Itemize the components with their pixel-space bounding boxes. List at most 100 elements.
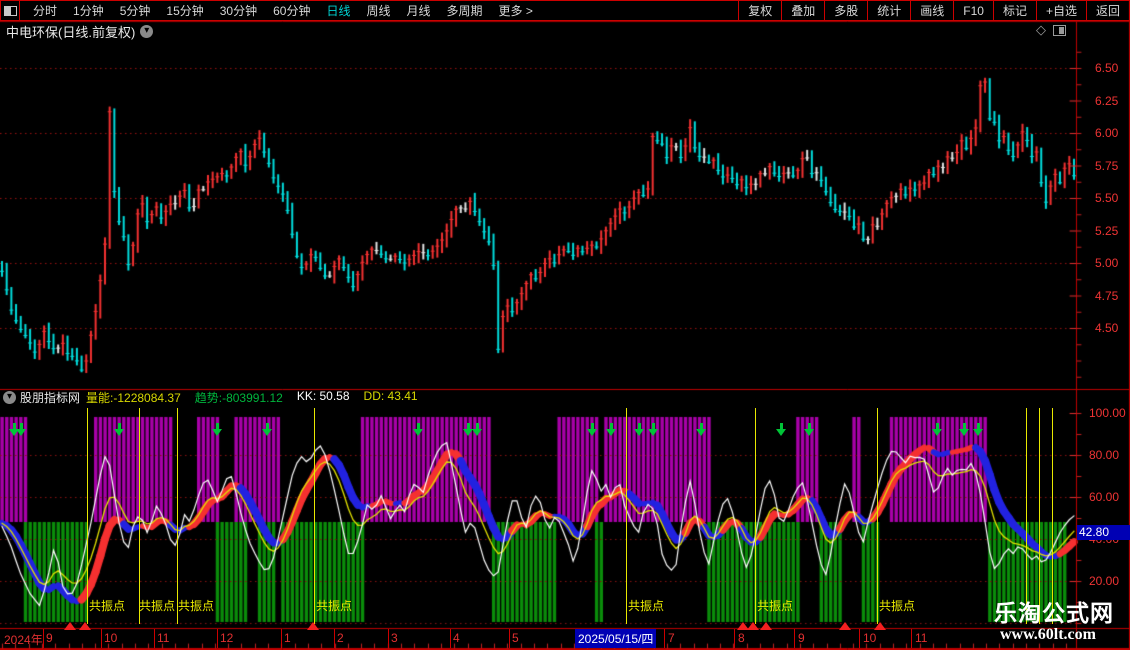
month-separator [734, 629, 735, 648]
price-axis-label: 6.25 [1095, 93, 1119, 108]
indicator-header: ▾ 股朋指标网 量能:-1228084.37 趋势:-803991.12 KK: 5… [0, 389, 1076, 406]
signal-vline [755, 408, 756, 624]
action-buttons: 复权 叠加 多股 统计 画线 F10 标记 +自选 返回 [738, 1, 1130, 20]
price-axis-label: 4.50 [1095, 321, 1119, 335]
month-separator [450, 629, 451, 648]
resonance-point-label: 共振点 [316, 599, 353, 613]
period-tab[interactable]: 更多 > [491, 2, 541, 19]
buy-signal-arrow-icon [634, 423, 645, 436]
period-tabs: 分时 1分钟 5分钟 15分钟 30分钟 60分钟 日线 周线 月线 多周期 更多 > [20, 2, 541, 19]
buy-signal-arrow-icon [959, 423, 970, 436]
action-button[interactable]: 标记 [994, 1, 1037, 20]
month-separator [509, 629, 510, 648]
month-separator [43, 629, 44, 648]
watermark: 乐淘公式网 www.60lt.com [994, 600, 1114, 644]
title-row: 中电环保(日线.前复权) ▾ [0, 22, 1076, 40]
chart-corner-icons: ◇ [1036, 22, 1066, 38]
resonance-point-label: 共振点 [757, 599, 794, 613]
month-label: 9 [798, 631, 805, 645]
action-button[interactable]: 统计 [868, 1, 912, 20]
action-button[interactable]: 复权 [739, 1, 783, 20]
signal-vline [314, 408, 315, 624]
diamond-icon[interactable]: ◇ [1036, 22, 1046, 38]
month-separator [859, 629, 860, 648]
price-axis-label: 6.00 [1095, 126, 1119, 140]
price-axis-label: 4.75 [1095, 288, 1119, 303]
indicator-values: 量能:-1228084.37 趋势:-803991.12 KK: 50.58 DD: … [86, 389, 432, 406]
month-separator [217, 629, 218, 648]
period-tab[interactable]: 60分钟 [265, 2, 318, 19]
buy-signal-arrow-icon [472, 423, 483, 436]
buy-signal-arrow-icon [16, 423, 27, 436]
period-tab[interactable]: 日线 [318, 2, 358, 19]
arrow-head [959, 429, 969, 436]
month-label: 11 [915, 631, 928, 645]
period-tab[interactable]: 1分钟 [65, 2, 112, 19]
pane-split-icon[interactable] [1053, 24, 1066, 36]
period-tab[interactable]: 15分钟 [158, 2, 211, 19]
period-tab[interactable]: 月线 [399, 2, 439, 19]
indicator-field: KK: 50.58 [296, 389, 350, 403]
watermark-site-name: 乐淘公式网 [994, 600, 1114, 626]
signal-vline [877, 408, 878, 624]
chart-canvas[interactable] [0, 0, 1130, 650]
month-label: 9 [46, 631, 53, 645]
arrow-head [648, 429, 658, 436]
arrow-head [932, 429, 942, 436]
buy-signal-arrow-icon [973, 423, 984, 436]
chevron-down-icon[interactable]: ▾ [140, 24, 154, 38]
year-label: 2024年 [4, 633, 43, 647]
action-button[interactable]: 返回 [1087, 1, 1130, 20]
action-button[interactable]: +自选 [1037, 1, 1087, 20]
month-label: 12 [220, 631, 234, 645]
arrow-head [606, 429, 616, 436]
month-label: 10 [104, 631, 118, 645]
arrow-head [472, 429, 482, 436]
collapse-chevron-icon[interactable]: ▾ [3, 391, 16, 404]
month-label: 4 [453, 631, 460, 645]
month-label: 5 [512, 631, 519, 645]
signal-vline [626, 408, 627, 624]
month-separator [388, 629, 389, 648]
period-tab[interactable]: 30分钟 [212, 2, 265, 19]
month-separator [334, 629, 335, 648]
action-button[interactable]: F10 [954, 1, 994, 20]
signal-vline [177, 408, 178, 624]
resonance-point-label: 共振点 [628, 599, 665, 613]
month-separator [664, 629, 665, 648]
stock-title: 中电环保(日线.前复权) [6, 24, 136, 40]
signal-vline [139, 408, 140, 624]
buy-signal-arrow-icon [606, 423, 617, 436]
period-tab[interactable]: 分时 [25, 2, 65, 19]
period-tab[interactable]: 周线 [358, 2, 398, 19]
month-label: 3 [391, 631, 398, 645]
resonance-point-label: 共振点 [879, 599, 916, 613]
period-tab[interactable]: 多周期 [439, 2, 491, 19]
period-tab[interactable]: 5分钟 [112, 2, 159, 19]
arrow-head [973, 429, 983, 436]
oscillator-axis-label: 20.00 [1089, 574, 1120, 588]
month-label: 11 [157, 631, 170, 645]
arrow-head [696, 429, 706, 436]
buy-signal-arrow-icon [587, 423, 598, 436]
month-label: 10 [863, 631, 877, 645]
price-axis-label: 5.00 [1095, 256, 1119, 270]
price-axis-label: 5.25 [1095, 223, 1119, 238]
current-value-badge: 42.80 [1077, 525, 1130, 540]
watermark-url: www.60lt.com [1000, 626, 1096, 643]
layout-toggle-button[interactable] [0, 1, 20, 20]
action-button[interactable]: 画线 [911, 1, 955, 20]
arrow-head [114, 429, 124, 436]
buy-signal-arrow-icon [413, 423, 424, 436]
arrow-head [262, 429, 272, 436]
month-separator [154, 629, 155, 648]
action-button[interactable]: 叠加 [782, 1, 826, 20]
arrow-head [587, 429, 597, 436]
action-button[interactable]: 多股 [825, 1, 869, 20]
arrow-head [16, 429, 26, 436]
buy-signal-arrow-icon [114, 423, 125, 436]
arrow-head [776, 429, 786, 436]
price-axis-label: 5.75 [1095, 158, 1119, 173]
buy-signal-arrow-icon [932, 423, 943, 436]
buy-signal-arrow-icon [804, 423, 815, 436]
